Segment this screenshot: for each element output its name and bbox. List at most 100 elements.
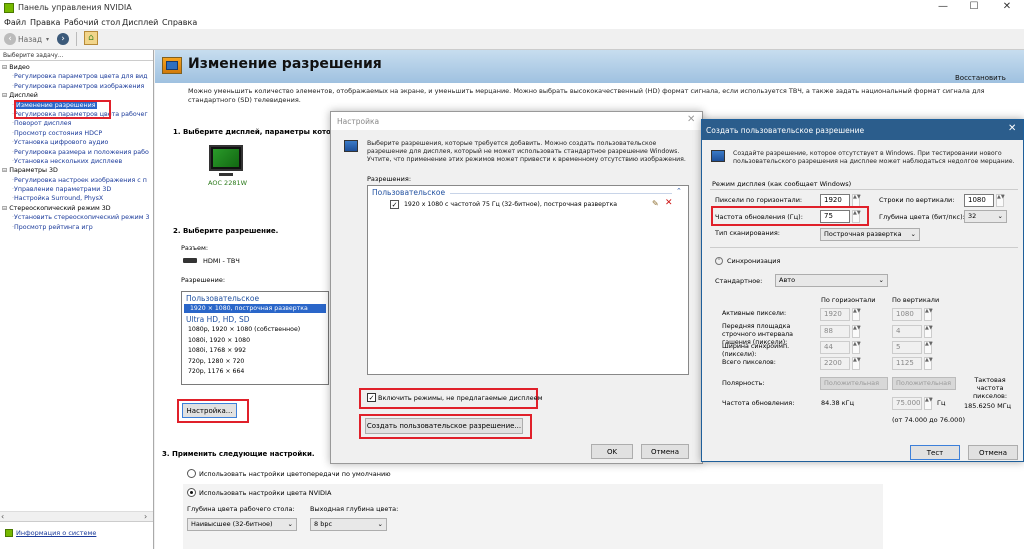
refresh-input[interactable]: 75 (820, 210, 850, 223)
resolution-item[interactable]: 1080i, 1920 × 1080 (182, 336, 328, 347)
refresh-rate-h: 84.38 кГц (821, 399, 854, 407)
system-info-link[interactable]: Информация о системе (16, 529, 96, 537)
create-custom-resolution-button[interactable]: Создать пользовательское разрешение... (365, 418, 523, 434)
resolution-item[interactable]: 720p, 1280 × 720 (182, 357, 328, 368)
menu-desktop[interactable]: Рабочий стол (64, 18, 120, 27)
divider (710, 247, 1018, 248)
enable-modes-checkbox[interactable]: ✓ (367, 393, 376, 402)
highlight-box (14, 100, 111, 119)
back-label[interactable]: Назад (18, 35, 42, 44)
tree-expand-icon[interactable]: ⊟ (2, 64, 7, 71)
delete-icon[interactable]: ✕ (665, 198, 673, 208)
radio-default-color[interactable] (187, 469, 196, 478)
depth-select[interactable]: 32 ⌄ (964, 210, 1007, 223)
scan-select[interactable]: Построчная развертка ⌄ (820, 228, 920, 241)
tree-item-label: Просмотр рейтинга игр (14, 223, 93, 231)
horizontal-scrollbar[interactable]: ‹ › (0, 511, 153, 521)
dialog-titlebar: Настройка ✕ (331, 112, 702, 130)
sync-v-spinner[interactable]: ▲▼ (924, 308, 933, 321)
sync-h-spinner[interactable]: ▲▼ (852, 341, 861, 354)
resolution-checkbox[interactable]: ✓ (390, 200, 399, 209)
tree-item[interactable]: ·Установить стереоскопический режим 3 (2, 213, 152, 222)
tree-item[interactable]: ·Установка цифрового аудио (2, 138, 152, 147)
tree-item[interactable]: ⊟ Стереоскопический режим 3D (2, 204, 152, 213)
resolution-list[interactable]: Пользовательское 1920 × 1080, построчная … (181, 291, 329, 385)
tree-expand-icon[interactable]: ⊟ (2, 167, 7, 174)
v-lines-input[interactable]: 1080 (964, 194, 994, 207)
tree-item[interactable]: ·Просмотр состояния HDCP (2, 129, 152, 138)
resolution-item[interactable]: 1080p, 1920 × 1080 (собственное) (182, 325, 328, 336)
sync-h-input[interactable]: 2200 (820, 357, 850, 370)
resolution-item[interactable]: 1920 × 1080, построчная развертка (184, 304, 326, 313)
sync-v-spinner[interactable]: ▲▼ (924, 357, 933, 370)
tree-item[interactable]: ⊟ Параметры 3D (2, 166, 152, 175)
radio-nvidia-color[interactable] (187, 488, 196, 497)
cancel-button[interactable]: Отмена (968, 445, 1018, 460)
tree-item[interactable]: ·Регулировка размера и положения рабо (2, 148, 152, 157)
sync-v-input[interactable]: 1125 (892, 357, 922, 370)
monitor-name[interactable]: AOC 2281W (208, 179, 247, 187)
tree-item[interactable]: ·Управление параметрами 3D (2, 185, 152, 194)
tree-item[interactable]: ·Регулировка параметров цвета для вид (2, 72, 152, 81)
collapse-icon[interactable]: ⌃ (676, 187, 682, 195)
resolution-item[interactable]: 1080i, 1768 × 992 (182, 346, 328, 357)
tree-item[interactable]: ⊟ Видео (2, 63, 152, 72)
forward-arrow-icon[interactable]: › (57, 33, 69, 45)
back-arrow-icon[interactable]: ‹ (4, 33, 16, 45)
tree-item[interactable]: ·Настройка Surround, PhysX (2, 194, 152, 203)
resolution-item[interactable]: 720p, 1176 × 664 (182, 367, 328, 378)
tree-item[interactable]: ·Поворот дисплея (2, 119, 152, 128)
sync-h-input[interactable]: 88 (820, 325, 850, 338)
polarity-v-select[interactable]: Положительная (892, 377, 956, 390)
close-icon[interactable]: ✕ (687, 114, 695, 125)
close-icon[interactable]: ✕ (1008, 123, 1016, 134)
scroll-left-icon[interactable]: ‹ (1, 512, 4, 521)
tree-expand-icon[interactable]: ⊟ (2, 205, 7, 212)
sync-h-spinner[interactable]: ▲▼ (852, 308, 861, 321)
menu-display[interactable]: Дисплей (122, 18, 158, 27)
resolutions-list[interactable]: Пользовательское ⌃ ✓ 1920 x 1080 с часто… (367, 185, 689, 375)
close-button[interactable]: ✕ (992, 1, 1022, 12)
sync-v-input[interactable]: 1080 (892, 308, 922, 321)
task-tree: ⊟ Видео ·Регулировка параметров цвета для … (2, 63, 152, 232)
collapse-icon[interactable]: ⌃ (715, 257, 723, 265)
tree-item[interactable]: ·Регулировка настроек изображения с п (2, 176, 152, 185)
tree-item[interactable]: ·Просмотр рейтинга игр (2, 223, 152, 232)
menu-help[interactable]: Справка (162, 18, 197, 27)
sync-h-input[interactable]: 1920 (820, 308, 850, 321)
test-button[interactable]: Тест (910, 445, 960, 460)
scroll-right-icon[interactable]: › (144, 512, 147, 521)
sync-v-input[interactable]: 5 (892, 341, 922, 354)
refresh-rate-v-input[interactable]: 75.000 (892, 397, 922, 410)
cancel-button[interactable]: Отмена (641, 444, 689, 459)
output-depth-select[interactable]: 8 bpc ⌄ (310, 518, 387, 531)
v-lines-spinner[interactable]: ▲▼ (996, 194, 1005, 207)
edit-pencil-icon[interactable]: ✎ (652, 199, 659, 208)
tree-item[interactable]: ·Регулировка параметров изображения (2, 82, 152, 91)
resolution-group: Ultra HD, HD, SD (186, 315, 250, 324)
sync-h-input[interactable]: 44 (820, 341, 850, 354)
sync-v-input[interactable]: 4 (892, 325, 922, 338)
menu-edit[interactable]: Правка (30, 18, 60, 27)
minimize-button[interactable]: — (928, 1, 958, 12)
sync-h-spinner[interactable]: ▲▼ (852, 325, 861, 338)
tree-item[interactable]: ·Установка нескольких дисплеев (2, 157, 152, 166)
polarity-h-select[interactable]: Положительная (820, 377, 888, 390)
sync-v-spinner[interactable]: ▲▼ (924, 325, 933, 338)
standard-select[interactable]: Авто ⌄ (775, 274, 888, 287)
desktop-depth-select[interactable]: Наивысшее (32-битное) ⌄ (187, 518, 297, 531)
refresh-rate-spinner[interactable]: ▲▼ (924, 397, 933, 410)
menu-file[interactable]: Файл (4, 18, 26, 27)
tree-expand-icon[interactable]: ⊟ (2, 92, 7, 99)
maximize-button[interactable]: ☐ (959, 1, 989, 12)
refresh-spinner[interactable]: ▲▼ (852, 210, 861, 223)
monitor-icon[interactable] (209, 145, 243, 171)
standard-value: Авто (779, 276, 796, 284)
ok-button[interactable]: OK (591, 444, 633, 459)
home-icon[interactable]: ⌂ (84, 31, 98, 45)
sync-h-spinner[interactable]: ▲▼ (852, 357, 861, 370)
sync-v-spinner[interactable]: ▲▼ (924, 341, 933, 354)
restore-link[interactable]: Восстановить (955, 74, 1006, 82)
chevron-down-icon[interactable]: ▾ (46, 36, 49, 43)
customize-button[interactable]: Настройка... (182, 403, 237, 418)
